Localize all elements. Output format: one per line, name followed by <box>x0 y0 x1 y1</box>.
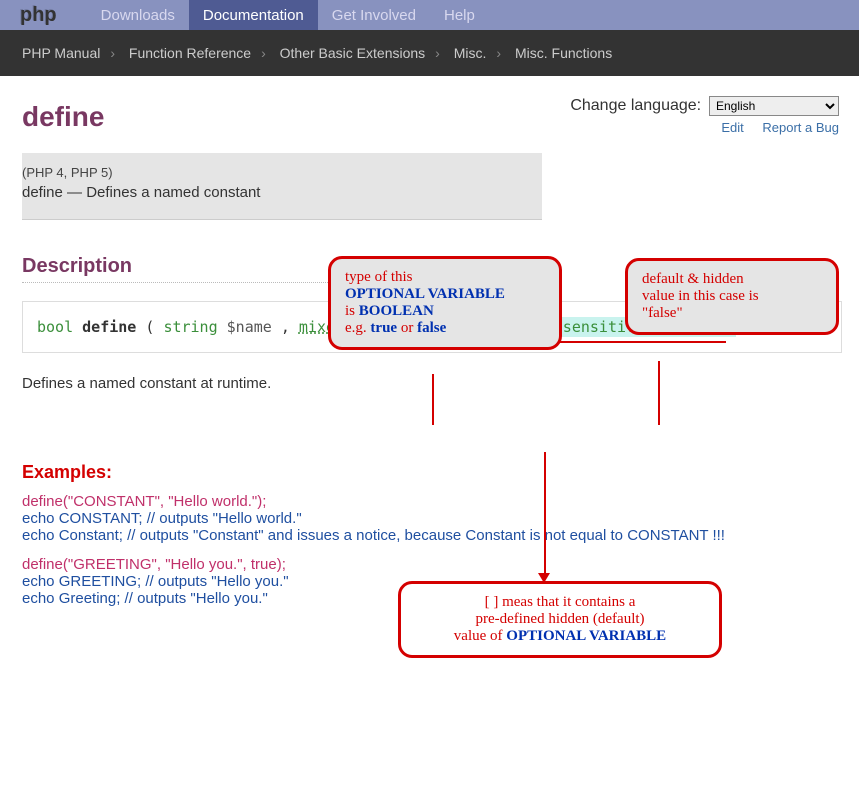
php-versions: (PHP 4, PHP 5) <box>22 165 542 180</box>
nav-get-involved[interactable]: Get Involved <box>318 0 430 30</box>
bc-manual[interactable]: PHP Manual <box>22 45 100 61</box>
breadcrumb: PHP Manual› Function Reference› Other Ba… <box>0 30 859 76</box>
ex-line: echo Constant; // outputs "Constant" and… <box>22 527 837 544</box>
return-type: bool <box>37 318 73 336</box>
bc-miscfn[interactable]: Misc. Functions <box>515 45 612 61</box>
report-bug-link[interactable]: Report a Bug <box>762 120 839 135</box>
nav-help[interactable]: Help <box>430 0 489 30</box>
nav-downloads[interactable]: Downloads <box>87 0 189 30</box>
lang-label: Change language: <box>570 97 701 114</box>
ex-line: define("CONSTANT", "Hello world."); <box>22 493 837 510</box>
short-description: (PHP 4, PHP 5) define — Defines a named … <box>22 153 542 220</box>
bc-misc[interactable]: Misc. <box>454 45 487 61</box>
language-select[interactable]: English <box>709 96 839 116</box>
arrow-line-3 <box>544 452 546 579</box>
p1-type: string <box>163 318 217 336</box>
p1-var: $name <box>227 318 272 336</box>
arrow-line-1 <box>432 374 434 425</box>
php-logo[interactable]: php <box>20 4 57 27</box>
function-name: define <box>82 318 145 336</box>
ex-line: define("GREETING", "Hello you.", true); <box>22 556 837 573</box>
nav-documentation[interactable]: Documentation <box>189 0 318 30</box>
examples-heading: Examples: <box>22 462 837 483</box>
top-nav: php Downloads Documentation Get Involved… <box>0 0 859 30</box>
bc-other[interactable]: Other Basic Extensions <box>280 45 426 61</box>
annotation-brackets: [ ] meas that it contains a pre-defined … <box>398 581 722 658</box>
annotation-type: type of this OPTIONAL VARIABLE is BOOLEA… <box>328 256 562 350</box>
ex-line: echo CONSTANT; // outputs "Hello world." <box>22 510 837 527</box>
annotation-default: default & hidden value in this case is "… <box>625 258 839 335</box>
long-description: Defines a named constant at runtime. <box>22 375 837 392</box>
page-tools: Change language: English Edit Report a B… <box>570 96 839 135</box>
edit-link[interactable]: Edit <box>721 120 743 135</box>
function-summary: define — Defines a named constant <box>22 184 542 201</box>
bc-funcref[interactable]: Function Reference <box>129 45 251 61</box>
arrow-line-2 <box>658 361 660 425</box>
